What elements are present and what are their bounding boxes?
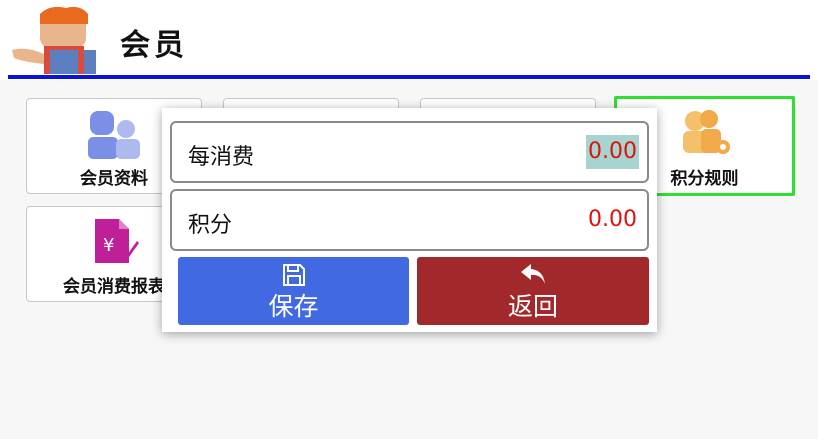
report-yuan-icon: ¥ bbox=[95, 219, 139, 263]
header-divider bbox=[8, 75, 810, 79]
reply-arrow-icon bbox=[521, 264, 545, 284]
save-button[interactable]: 保存 bbox=[178, 257, 409, 325]
members-icon bbox=[88, 111, 140, 159]
points-rules-icon bbox=[682, 110, 730, 154]
save-label: 保存 bbox=[268, 292, 319, 321]
per-consumption-field[interactable]: 每消费 0.00 bbox=[170, 121, 649, 183]
floppy-disk-icon bbox=[282, 264, 305, 286]
page-title: 会员 bbox=[120, 28, 188, 63]
points-field[interactable]: 积分 0.00 bbox=[170, 189, 649, 251]
app-header: 会员 bbox=[0, 0, 818, 80]
back-button[interactable]: 返回 bbox=[417, 257, 649, 325]
points-rule-dialog: 每消费 0.00 积分 0.00 保存 返回 bbox=[162, 108, 657, 332]
per-consumption-value[interactable]: 0.00 bbox=[586, 135, 639, 169]
per-consumption-label: 每消费 bbox=[188, 145, 255, 170]
mascot-logo-icon bbox=[12, 6, 96, 74]
points-value[interactable]: 0.00 bbox=[586, 203, 639, 237]
points-label: 积分 bbox=[188, 213, 233, 238]
back-label: 返回 bbox=[507, 292, 558, 321]
svg-text:¥: ¥ bbox=[103, 235, 114, 256]
